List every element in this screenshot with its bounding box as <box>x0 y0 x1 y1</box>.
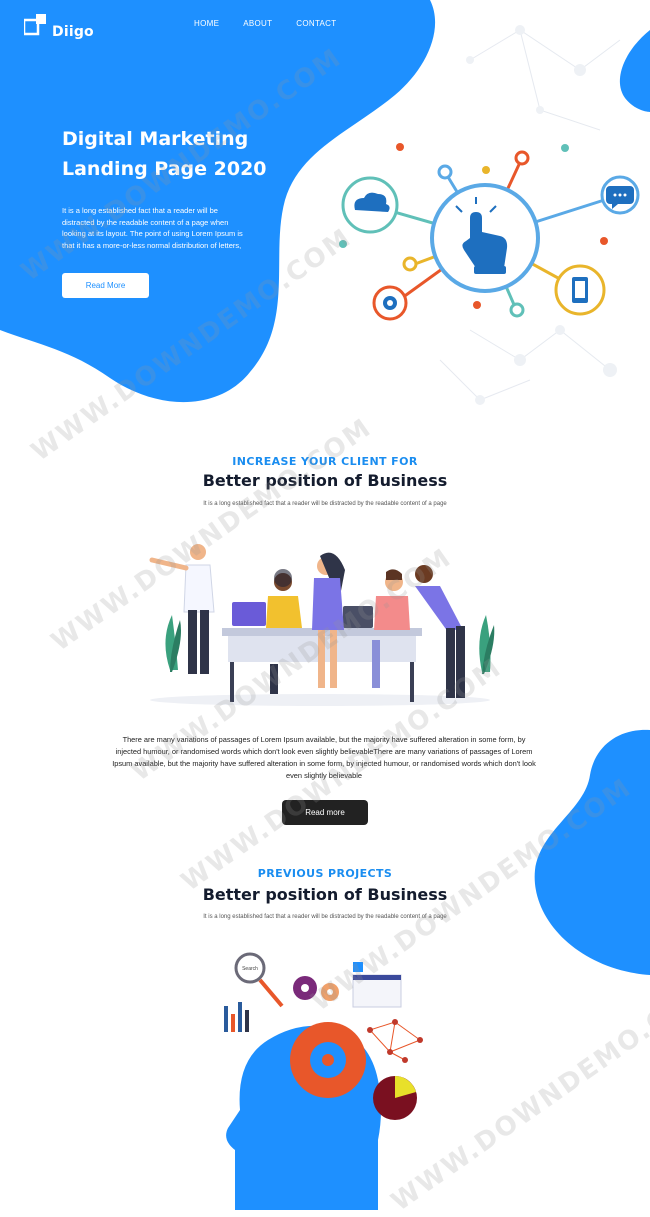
section1-subtitle: It is a long established fact that a rea… <box>203 501 447 507</box>
projects-illustration: Search <box>224 952 423 1210</box>
pie-chart-icon <box>373 1076 417 1120</box>
team-meeting-illustration <box>149 544 495 706</box>
section2-title: Better position of Business <box>202 885 448 904</box>
read-more-button[interactable]: Read More <box>62 273 149 298</box>
brand-name[interactable]: Diigo <box>52 24 94 40</box>
gear-icon <box>383 296 397 310</box>
network-nodes-icon <box>369 1021 421 1061</box>
big-gear-icon <box>290 1022 366 1098</box>
plant-right-icon <box>479 615 495 674</box>
top-right-blob <box>619 30 650 112</box>
hero-title-line1: Digital Marketing <box>62 128 249 150</box>
section2-subtitle: It is a long established fact that a rea… <box>203 914 447 920</box>
plant-left-icon <box>165 615 181 672</box>
search-label: Search <box>242 966 258 972</box>
bar-chart-icon <box>224 1002 249 1032</box>
right-blob <box>534 729 650 975</box>
main-nav: HOME ABOUT CONTACT <box>194 19 336 28</box>
hero-title-line2: Landing Page 2020 <box>62 158 267 180</box>
gears-small-icon <box>293 976 339 1001</box>
section2-eyebrow: PREVIOUS PROJECTS <box>257 867 393 880</box>
hero-title: Digital Marketing Landing Page 2020 <box>62 124 302 184</box>
section1-title: Better position of Business <box>202 471 448 490</box>
person-seated-2 <box>372 569 410 688</box>
digital-network-illustration <box>339 143 640 321</box>
person-standing-woman <box>312 552 345 688</box>
person-standing-right <box>415 565 465 698</box>
browser-window-icon <box>352 962 402 1008</box>
magnifier-icon <box>234 952 284 1008</box>
nav-home[interactable]: HOME <box>194 19 219 28</box>
network-node-dots <box>367 1019 423 1063</box>
person-standing-left <box>149 544 215 674</box>
nav-contact[interactable]: CONTACT <box>296 19 336 28</box>
read-more-dark-button[interactable]: Read more <box>282 800 368 825</box>
phone-icon <box>572 277 588 303</box>
section1-eyebrow: INCREASE YOUR CLIENT FOR <box>232 455 418 468</box>
logo-icon[interactable] <box>22 14 48 38</box>
nav-about[interactable]: ABOUT <box>243 19 272 28</box>
section1-body: There are many variations of passages of… <box>112 735 536 780</box>
hero-description: It is a long established fact that a rea… <box>62 206 243 250</box>
